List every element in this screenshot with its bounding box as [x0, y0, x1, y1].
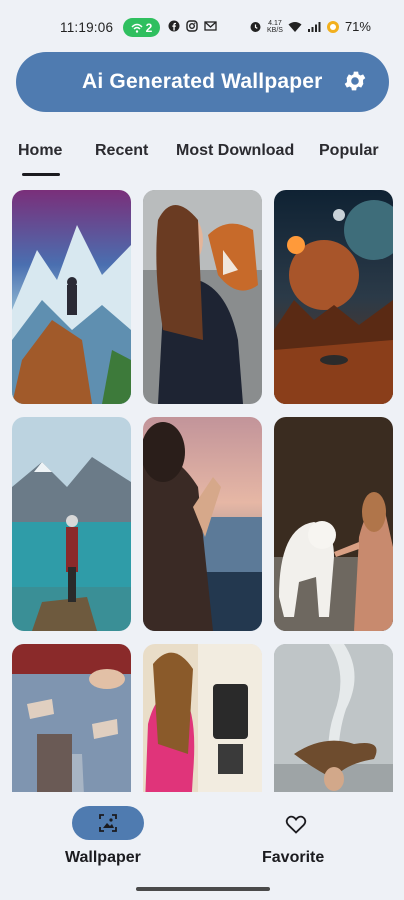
tab-home[interactable]: Home	[18, 142, 62, 160]
nav-wallpaper-label[interactable]: Wallpaper	[65, 849, 141, 867]
wallpaper-image	[143, 644, 262, 792]
heart-icon	[285, 815, 307, 834]
nav-favorite-button[interactable]	[284, 812, 308, 836]
home-indicator	[136, 887, 270, 891]
wallpaper-image	[274, 417, 393, 631]
signal-icon	[307, 21, 321, 32]
status-bar: 11:19:06 2 4.17 KB/S 71%	[0, 14, 404, 42]
nav-wallpaper-button[interactable]	[72, 806, 144, 840]
alarm-icon	[250, 22, 261, 32]
notification-icons	[168, 20, 217, 32]
wallpaper-thumb-girl-with-dog[interactable]	[274, 417, 393, 631]
tab-recent[interactable]: Recent	[95, 142, 148, 160]
wallpaper-thumb-harbor-view[interactable]	[143, 417, 262, 631]
wallpaper-image	[274, 190, 393, 404]
network-speed-value: 4.17	[268, 19, 282, 27]
wallpaper-image	[12, 644, 131, 792]
wallpaper-thumb-lake-hiker[interactable]	[12, 417, 131, 631]
network-speed: 4.17 KB/S	[267, 20, 283, 34]
nav-favorite-label[interactable]: Favorite	[262, 849, 324, 867]
wallpaper-grid	[0, 188, 404, 792]
facebook-icon	[168, 20, 180, 32]
wallpaper-image	[12, 417, 131, 631]
battery-saver-icon	[326, 20, 339, 33]
wallpaper-image	[143, 417, 262, 631]
battery-percent: 71%	[344, 19, 371, 34]
tab-most-download[interactable]: Most Download	[176, 142, 294, 160]
wallpaper-image	[143, 190, 262, 404]
wallpaper-thumb-tornado-hair[interactable]	[274, 644, 393, 792]
status-time: 11:19:06	[60, 20, 114, 35]
wifi-icon	[288, 21, 302, 32]
settings-button[interactable]	[342, 68, 368, 94]
wallpaper-thumb-planet-landscape[interactable]	[274, 190, 393, 404]
bottom-navigation: Wallpaper Favorite	[0, 792, 404, 900]
wallpaper-image	[12, 190, 131, 404]
wallpaper-icon	[99, 814, 117, 832]
system-icons: 4.17 KB/S 71%	[249, 19, 371, 34]
instagram-icon	[186, 20, 198, 32]
category-tabs: Home Recent Most Download Popular	[0, 142, 404, 182]
app-title: Ai Generated Wallpaper	[82, 70, 323, 93]
active-tab-indicator	[22, 173, 60, 176]
wallpaper-thumb-phone-booth[interactable]	[143, 644, 262, 792]
hotspot-indicator: 2	[123, 18, 160, 37]
wallpaper-thumb-girl-with-fox[interactable]	[143, 190, 262, 404]
gear-icon	[344, 71, 366, 91]
app-header: Ai Generated Wallpaper	[16, 52, 389, 112]
tab-popular[interactable]: Popular	[319, 142, 379, 160]
wallpaper-thumb-mountain-warrior[interactable]	[12, 190, 131, 404]
wallpaper-thumb-ripped-jeans[interactable]	[12, 644, 131, 792]
hotspot-count: 2	[145, 20, 153, 35]
hotspot-icon	[131, 23, 143, 33]
network-speed-unit: KB/S	[267, 26, 283, 34]
wallpaper-image	[274, 644, 393, 792]
mail-icon	[204, 21, 217, 31]
